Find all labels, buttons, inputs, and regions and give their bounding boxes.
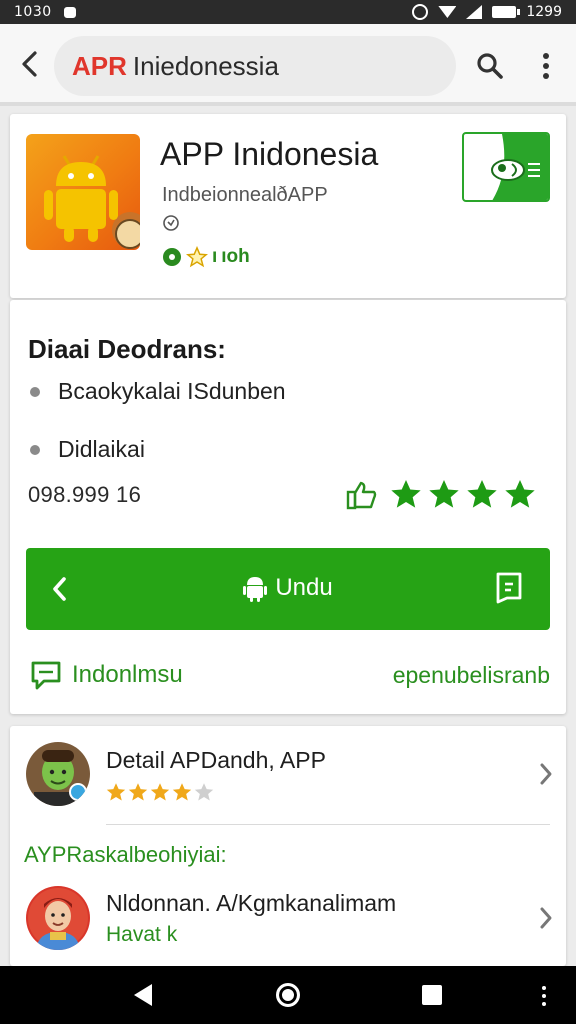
star-filled-icon: [150, 782, 170, 800]
star-empty-icon: [194, 782, 214, 800]
avatar: [26, 742, 90, 806]
rating-stars: [390, 478, 536, 510]
more-info-link[interactable]: epenubelisranb: [393, 662, 550, 689]
star-filled-icon: [128, 782, 148, 800]
app-icon[interactable]: [26, 134, 140, 250]
status-time-right: 1299: [526, 4, 562, 20]
star-outline-icon: [186, 246, 208, 268]
rating-row: ı ıoh: [162, 246, 250, 268]
reviews-link[interactable]: Indonlmsu: [30, 660, 183, 690]
app-header-card: APP Inidonesia IndbeionnealðAPP ı ıoh: [10, 114, 566, 298]
star-filled-icon: [467, 480, 497, 508]
system-nav-bar: [0, 966, 576, 1024]
star-filled-icon: [429, 480, 459, 508]
rating-text: ıoh: [221, 246, 250, 267]
installed-indicator-icon: [163, 248, 181, 266]
comment-icon: [31, 661, 61, 690]
status-time-left: 1030: [14, 4, 52, 20]
details-title: Diaai Deodrans:: [28, 334, 226, 364]
list-item-stars: [106, 782, 326, 802]
detail-bullet-text-2: Didlaikai: [58, 436, 145, 462]
status-icons: 1299: [412, 4, 562, 20]
download-label: Undu: [275, 574, 333, 601]
info-icon[interactable]: [162, 214, 180, 237]
detail-bullet-text-1: Bcaokykalai ISdunben: [58, 378, 286, 404]
list-item-title: Nldonnan. A/Kgmkanalimam: [106, 889, 397, 916]
details-card: Diaai Deodrans: Bcaokykalai ISdunben Did…: [10, 300, 566, 714]
app-developer: IndbeionnealðAPP: [162, 184, 328, 206]
android-icon: [243, 577, 268, 602]
avatar-image-icon: [26, 742, 90, 806]
search-button[interactable]: [472, 48, 508, 84]
app-title: APP Inidonesia: [160, 136, 379, 172]
list-item-text: Nldonnan. A/Kgmkanalimam Havat k: [106, 890, 396, 947]
nav-back-button[interactable]: [130, 982, 156, 1008]
notification-icon: [63, 6, 76, 18]
document-icon: [496, 572, 522, 604]
star-filled-icon: [106, 782, 126, 800]
list-item-subtitle: Havat k: [106, 922, 178, 946]
wifi-icon: [438, 6, 457, 18]
bullet-dot: [30, 386, 40, 397]
chevron-left-icon: [22, 51, 37, 77]
cta-content: Undu: [26, 574, 550, 602]
chevron-right-icon: [540, 763, 552, 785]
detail-bullet-2: Didlaikai: [30, 436, 145, 463]
thumbs-up-icon[interactable]: [346, 480, 378, 515]
battery-icon: [492, 6, 521, 18]
brand-logo-icon: [491, 134, 548, 200]
rating-prefix: ı: [212, 246, 218, 267]
more-vertical-icon: [543, 53, 549, 79]
list-item[interactable]: Nldonnan. A/Kgmkanalimam Havat k: [26, 886, 554, 950]
status-bar: 1030 1299: [0, 0, 576, 24]
alarm-icon: [412, 4, 429, 20]
nav-home-button[interactable]: [276, 983, 300, 1007]
related-list-card: Detail APDandh, APP AYPRaskalbeohiyiai:: [10, 726, 566, 966]
download-button[interactable]: Undu: [26, 548, 550, 630]
search-accent: APR: [72, 50, 127, 81]
avatar: [26, 886, 90, 950]
app-bar: APR Iniedonessia: [0, 24, 576, 106]
detail-bullet-1: Bcaokykalai ISdunben: [30, 378, 286, 405]
reviews-link-label: Indonlmsu: [72, 661, 183, 688]
signal-icon: [466, 5, 483, 19]
bullet-dot: [30, 444, 40, 455]
list-item-text: Detail APDandh, APP: [106, 747, 326, 802]
nav-more-icon[interactable]: [540, 986, 548, 1006]
search-icon: [477, 53, 503, 79]
search-bar[interactable]: APR Iniedonessia: [54, 36, 456, 96]
download-count: 098.999 16: [28, 482, 142, 507]
overflow-menu-button[interactable]: [530, 48, 562, 84]
back-button[interactable]: [12, 46, 48, 82]
search-text: Iniedonessia: [132, 50, 279, 81]
chevron-right-icon: [540, 907, 552, 929]
cta-info-button[interactable]: [494, 570, 524, 606]
divider: [106, 824, 550, 825]
nav-recents-button[interactable]: [422, 985, 442, 1005]
list-item-title: Detail APDandh, APP: [106, 746, 326, 773]
star-filled-icon: [172, 782, 192, 800]
related-section-label: AYPRaskalbeohiyiai:: [24, 842, 227, 867]
android-robot-icon: [44, 155, 140, 249]
list-item[interactable]: Detail APDandh, APP: [26, 742, 554, 806]
brand-logo: [462, 132, 550, 202]
star-filled-icon: [505, 480, 535, 508]
avatar-image-icon: [26, 886, 90, 950]
star-filled-icon: [391, 480, 421, 508]
